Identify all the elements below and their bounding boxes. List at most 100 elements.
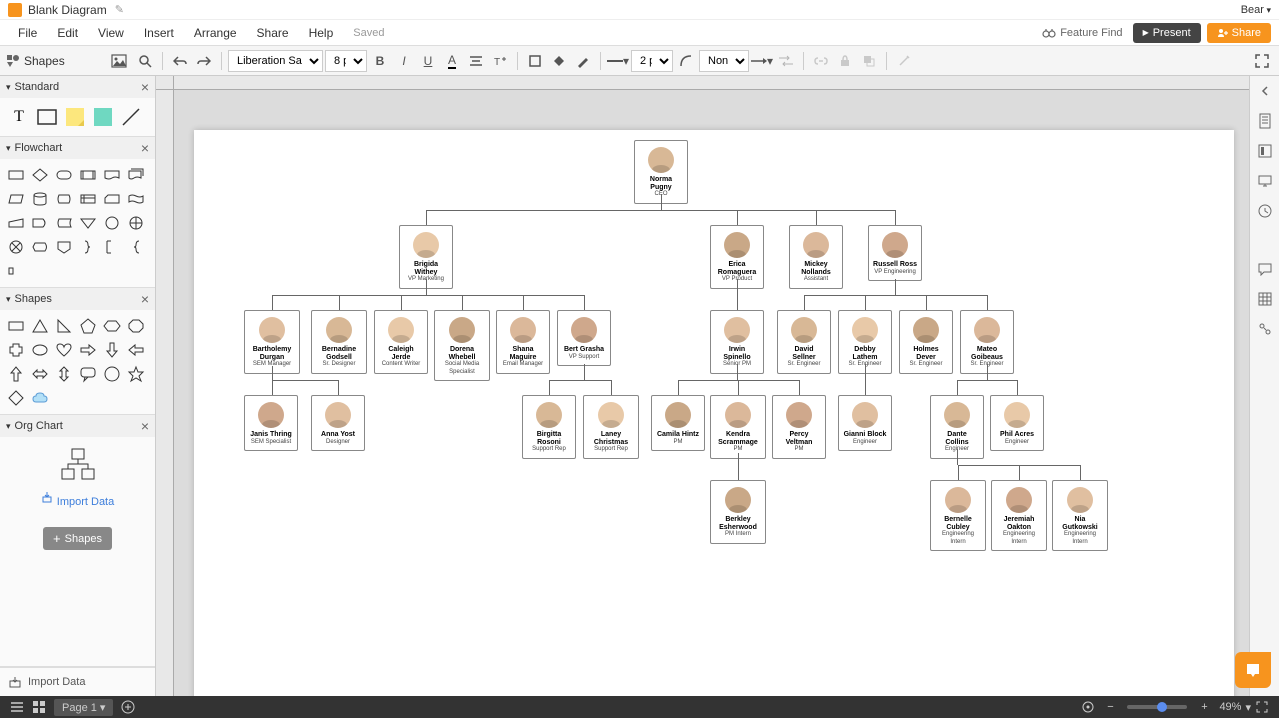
sh-arrow-ud[interactable]	[54, 364, 74, 384]
shape-text[interactable]: T	[8, 106, 30, 128]
fullscreen-bottom-button[interactable]	[1251, 696, 1273, 718]
present-button[interactable]: Present	[1133, 23, 1201, 43]
fc-sum[interactable]	[6, 237, 26, 257]
grid-view-button[interactable]	[28, 696, 50, 718]
font-size-select[interactable]: 8 pt	[325, 50, 367, 72]
fc-data-io[interactable]	[6, 189, 26, 209]
org-node[interactable]: Berkley EsherwoodPM Intern	[710, 480, 766, 544]
org-node[interactable]: Caleigh JerdeContent Writer	[374, 310, 428, 374]
sh-callout[interactable]	[78, 364, 98, 384]
org-node[interactable]: Bartholemy DurganSEM Manager	[244, 310, 300, 374]
menu-file[interactable]: File	[8, 22, 47, 44]
org-node[interactable]: Birgitta RosoniSupport Rep	[522, 395, 576, 459]
user-menu[interactable]: Bear	[1241, 4, 1271, 16]
org-node[interactable]: Nia GutkowskiEngineering Intern	[1052, 480, 1108, 551]
italic-button[interactable]: I	[393, 50, 415, 72]
org-node[interactable]: Jeremiah OaktonEngineering Intern	[991, 480, 1047, 551]
search-button[interactable]	[134, 50, 156, 72]
line-style-button[interactable]: ▾	[607, 50, 629, 72]
zoom-in-button[interactable]: +	[1193, 696, 1215, 718]
sh-arrow-lr[interactable]	[30, 364, 50, 384]
menu-share[interactable]: Share	[247, 22, 299, 44]
sh-cross[interactable]	[6, 340, 26, 360]
shape-note-yellow[interactable]	[64, 106, 86, 128]
font-family-select[interactable]: Liberation Sans	[228, 50, 323, 72]
org-node[interactable]: Russell RossVP Engineering	[868, 225, 922, 281]
actions-button[interactable]	[1254, 318, 1276, 340]
underline-button[interactable]: U	[417, 50, 439, 72]
sh-right-triangle[interactable]	[54, 316, 74, 336]
org-node[interactable]: Janis ThringSEM Specialist	[244, 395, 298, 451]
sh-arrow-left[interactable]	[126, 340, 146, 360]
sh-pentagon[interactable]	[78, 316, 98, 336]
redo-button[interactable]	[193, 50, 215, 72]
org-node[interactable]: Shana MaguireEmail Manager	[496, 310, 550, 374]
org-node[interactable]: Laney ChristmasSupport Rep	[583, 395, 639, 459]
sh-circle[interactable]	[102, 364, 122, 384]
org-node[interactable]: Bert GrashaVP Support	[557, 310, 611, 366]
menu-help[interactable]: Help	[299, 22, 344, 44]
align-button[interactable]	[465, 50, 487, 72]
panel-header-standard[interactable]: ▾ Standard ×	[0, 76, 155, 98]
panel-header-flowchart[interactable]: ▾ Flowchart ×	[0, 137, 155, 159]
text-options-button[interactable]: T	[489, 50, 511, 72]
feature-find-button[interactable]: Feature Find	[1042, 27, 1122, 39]
layer-button[interactable]	[858, 50, 880, 72]
org-chart-shape[interactable]	[60, 447, 96, 481]
arrow-start-select[interactable]: None	[699, 50, 749, 72]
fc-connector[interactable]	[102, 213, 122, 233]
edit-title-icon[interactable]: ✎	[115, 3, 124, 16]
fc-text-block[interactable]	[6, 261, 26, 281]
sh-arrow-right[interactable]	[78, 340, 98, 360]
fc-delay[interactable]	[30, 213, 50, 233]
fc-terminator[interactable]	[54, 165, 74, 185]
close-icon[interactable]: ×	[141, 291, 149, 307]
canvas-page[interactable]: Norma PugnyCEOBrigida WitheyVP Marketing…	[194, 130, 1234, 696]
fc-brace-left[interactable]	[126, 237, 146, 257]
close-icon[interactable]: ×	[141, 418, 149, 434]
fc-note[interactable]	[102, 237, 122, 257]
text-color-button[interactable]: A	[441, 50, 463, 72]
sh-ellipse[interactable]	[30, 340, 50, 360]
fc-brace-right[interactable]	[78, 237, 98, 257]
link-button[interactable]	[810, 50, 832, 72]
fc-multidoc[interactable]	[126, 165, 146, 185]
fill-color-button[interactable]	[548, 50, 570, 72]
fc-document[interactable]	[102, 165, 122, 185]
history-panel-button[interactable]	[1254, 200, 1276, 222]
sh-cloud[interactable]	[30, 388, 50, 408]
import-data-link[interactable]: Import Data	[41, 491, 114, 513]
page-tab[interactable]: Page 1 ▾	[54, 699, 113, 716]
zoom-slider[interactable]	[1127, 705, 1187, 709]
pages-panel-button[interactable]	[1254, 110, 1276, 132]
org-node[interactable]: David SellnerSr. Engineer	[777, 310, 831, 374]
org-node[interactable]: Holmes DeverSr. Engineer	[899, 310, 953, 374]
sh-diamond[interactable]	[6, 388, 26, 408]
sh-rect[interactable]	[6, 316, 26, 336]
sh-octagon[interactable]	[126, 316, 146, 336]
org-node[interactable]: Mickey NollandsAssistant	[789, 225, 843, 289]
close-icon[interactable]: ×	[141, 79, 149, 95]
swap-arrows-button[interactable]	[775, 50, 797, 72]
add-page-button[interactable]	[117, 696, 139, 718]
menu-view[interactable]: View	[88, 22, 134, 44]
add-shapes-button[interactable]: + Shapes	[43, 527, 112, 550]
fc-database[interactable]	[30, 189, 50, 209]
zoom-out-button[interactable]: −	[1099, 696, 1121, 718]
line-shape-button[interactable]	[675, 50, 697, 72]
shapes-panel-button[interactable]: Shapes	[6, 54, 65, 68]
fc-predefined[interactable]	[78, 165, 98, 185]
org-node[interactable]: Phil AcresEngineer	[990, 395, 1044, 451]
fc-internal[interactable]	[78, 189, 98, 209]
org-node[interactable]: Bernelle CubleyEngineering Intern	[930, 480, 986, 551]
panel-header-orgchart[interactable]: ▾ Org Chart ×	[0, 415, 155, 437]
sh-heart[interactable]	[54, 340, 74, 360]
insert-image-button[interactable]	[108, 50, 130, 72]
shape-note-teal[interactable]	[92, 106, 114, 128]
fc-tape[interactable]	[126, 189, 146, 209]
fit-button[interactable]	[1077, 696, 1099, 718]
menu-edit[interactable]: Edit	[47, 22, 88, 44]
bottom-import-data[interactable]: Import Data	[0, 667, 155, 696]
fc-card[interactable]	[102, 189, 122, 209]
menu-insert[interactable]: Insert	[134, 22, 184, 44]
